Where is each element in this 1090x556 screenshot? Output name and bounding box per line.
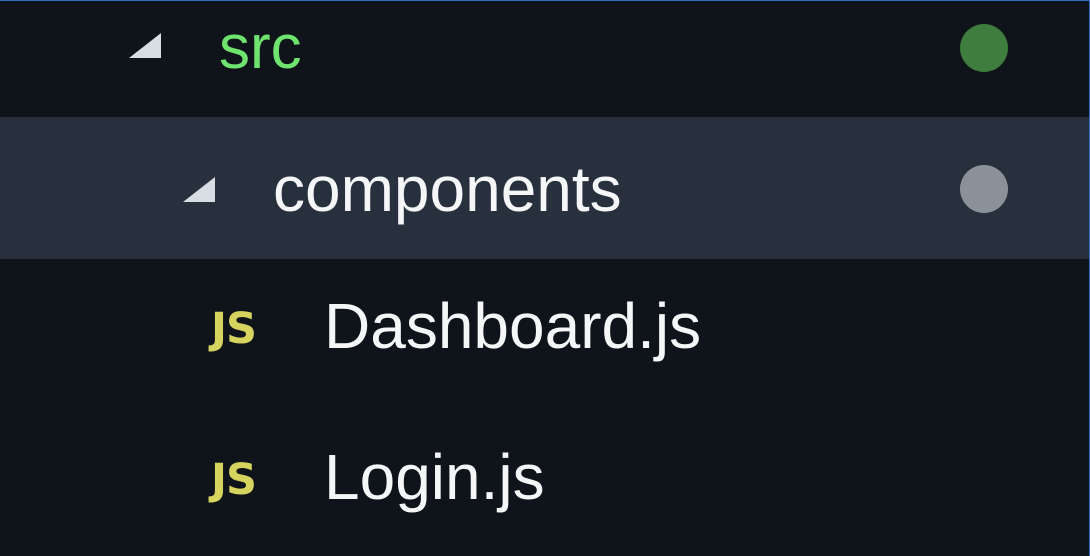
status-dot-components	[960, 165, 1008, 213]
file-label-login: Login.js	[324, 441, 545, 513]
tree-file-dashboard[interactable]: JS Dashboard.js	[0, 259, 1089, 401]
folder-label-src: src	[219, 13, 302, 82]
status-dot-src	[960, 24, 1008, 72]
tree-folder-components[interactable]: components	[0, 117, 1089, 259]
javascript-file-icon: JS	[211, 304, 257, 354]
file-explorer: src components JS Dashboard.js JS Login.…	[0, 0, 1090, 556]
chevron-down-icon[interactable]	[129, 33, 161, 58]
chevron-down-icon[interactable]	[183, 177, 215, 202]
file-label-dashboard: Dashboard.js	[324, 290, 702, 362]
javascript-file-icon: JS	[211, 455, 257, 505]
tree-file-login[interactable]: JS Login.js	[0, 401, 1089, 543]
folder-label-components: components	[273, 153, 622, 225]
tree-folder-src[interactable]: src	[0, 0, 1089, 118]
